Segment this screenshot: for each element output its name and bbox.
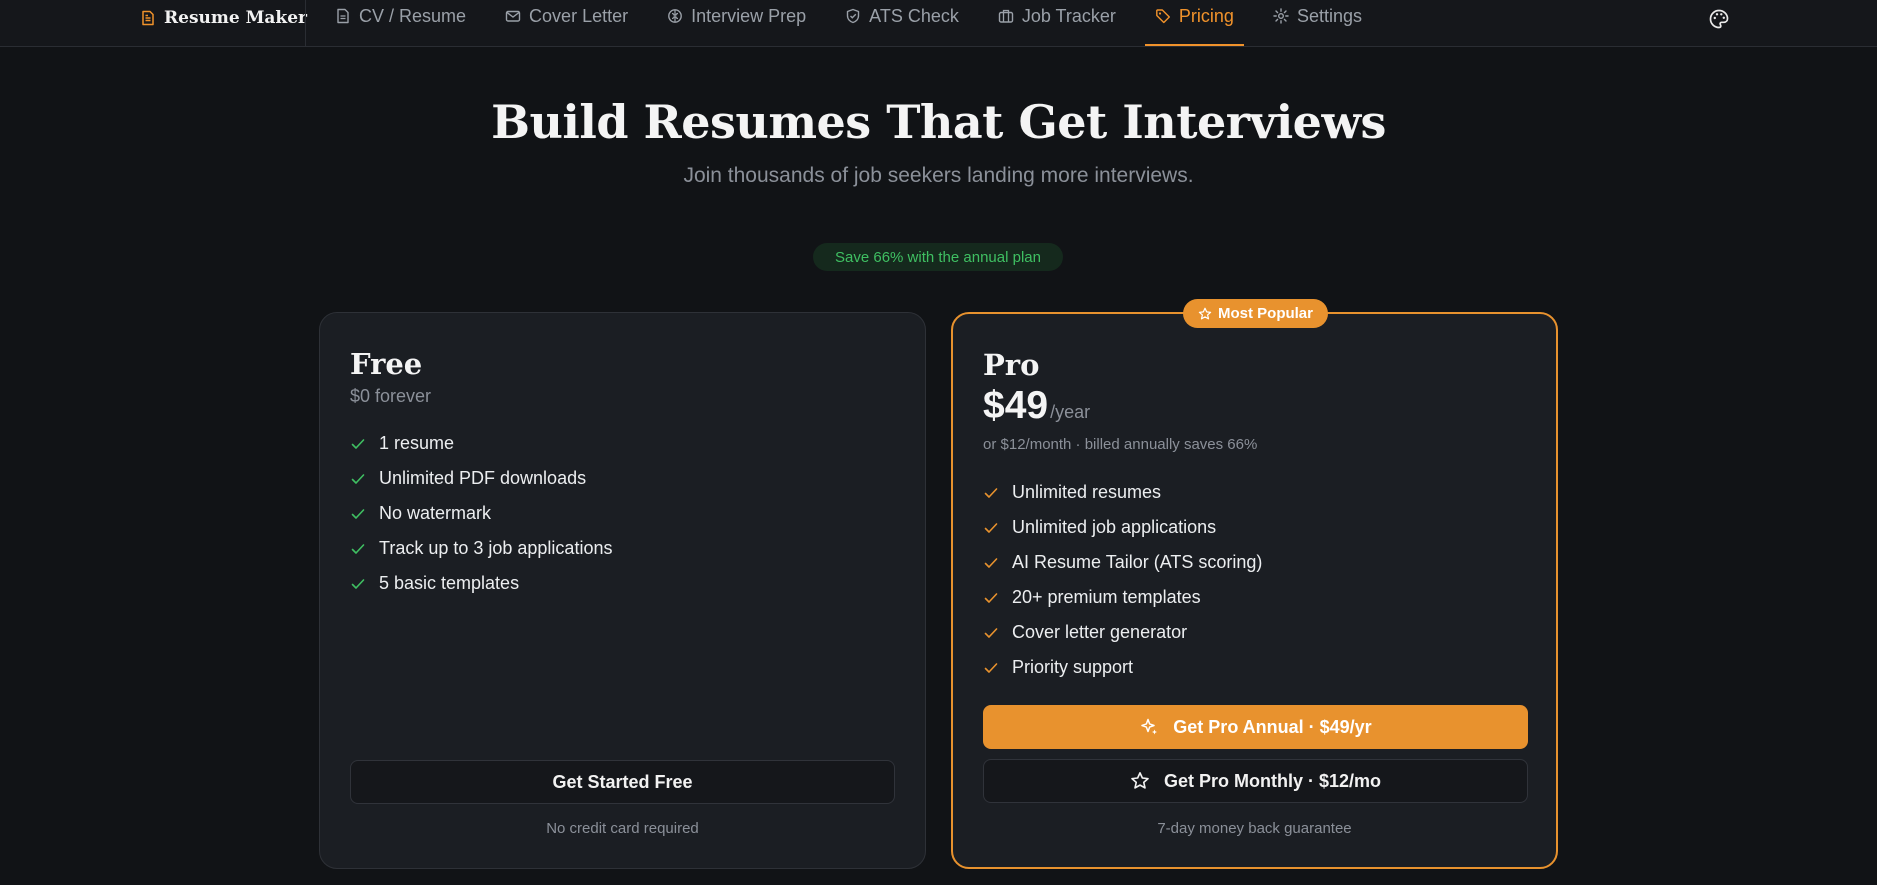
- feature-item: Priority support: [983, 650, 1262, 685]
- star-icon: [1198, 307, 1212, 319]
- mail-icon: [505, 10, 521, 22]
- nav-item-label: Cover Letter: [529, 5, 629, 26]
- check-icon: [351, 438, 365, 449]
- nav-item-ats-check[interactable]: ATS Check: [835, 0, 969, 46]
- feature-list: Unlimited resumes Unlimited job applicat…: [983, 475, 1262, 685]
- check-icon: [351, 578, 365, 589]
- check-icon: [984, 627, 998, 638]
- nav-item-label: Pricing: [1178, 5, 1234, 26]
- star-icon: [1131, 772, 1149, 789]
- badge-label: Most Popular: [1217, 305, 1313, 322]
- nav-item-cv-resume[interactable]: CV / Resume: [325, 0, 476, 46]
- page-title: Build Resumes That Get Interviews: [491, 95, 1386, 149]
- button-label: Get Pro Annual · $49/yr: [1173, 716, 1372, 737]
- money-back-note: 7-day money back guarantee: [1157, 820, 1352, 837]
- document-icon: [337, 8, 349, 24]
- feature-label: Cover letter generator: [1012, 622, 1188, 642]
- check-icon: [984, 592, 998, 603]
- nav-item-pricing[interactable]: Pricing: [1144, 0, 1244, 46]
- feature-label: Unlimited job applications: [1012, 517, 1217, 537]
- get-started-free-button[interactable]: Get Started Free: [350, 760, 895, 804]
- feature-label: AI Resume Tailor (ATS scoring): [1012, 552, 1263, 572]
- page-subtitle: Join thousands of job seekers landing mo…: [683, 164, 1194, 187]
- feature-label: Unlimited PDF downloads: [379, 468, 587, 488]
- feature-item: 5 basic templates: [350, 566, 612, 601]
- nav-item-label: Interview Prep: [691, 5, 807, 26]
- feature-item: No watermark: [350, 496, 612, 531]
- feature-label: 5 basic templates: [379, 573, 520, 593]
- brand-divider: [305, 0, 306, 46]
- brain-icon: [668, 9, 682, 23]
- free-plan-card: Free $0 forever 1 resume Unlimited PDF d…: [319, 312, 926, 869]
- plan-price: $49 /year: [983, 384, 1090, 428]
- feature-label: Track up to 3 job applications: [379, 538, 613, 558]
- check-icon: [984, 522, 998, 533]
- feature-item: Unlimited PDF downloads: [350, 461, 612, 496]
- brand-logo-link[interactable]: Resume Maker: [140, 0, 307, 36]
- feature-item: Cover letter generator: [983, 615, 1262, 650]
- feature-label: No watermark: [379, 503, 492, 523]
- palette-icon[interactable]: [1708, 8, 1730, 30]
- check-icon: [984, 662, 998, 673]
- nav-item-settings[interactable]: Settings: [1263, 0, 1372, 46]
- pro-plan-card: Most Popular Pro $49 /year or $12/month …: [951, 299, 1558, 869]
- feature-item: AI Resume Tailor (ATS scoring): [983, 545, 1262, 580]
- nav-item-interview-prep[interactable]: Interview Prep: [657, 0, 816, 46]
- check-icon: [351, 508, 365, 519]
- check-icon: [351, 473, 365, 484]
- button-label: Get Pro Monthly · $12/mo: [1163, 770, 1382, 791]
- plan-name: Pro: [983, 348, 1040, 382]
- get-pro-monthly-button[interactable]: Get Pro Monthly · $12/mo: [983, 759, 1528, 803]
- annual-savings-badge: Save 66% with the annual plan: [813, 243, 1063, 271]
- sparkles-icon: [1141, 718, 1158, 735]
- main-nav: CV / Resume Cover Letter Interview Prep …: [325, 0, 1391, 46]
- check-icon: [351, 543, 365, 554]
- brand-name: Resume Maker: [164, 8, 307, 28]
- nav-item-label: Settings: [1296, 5, 1362, 26]
- nav-item-job-tracker[interactable]: Job Tracker: [988, 0, 1126, 46]
- nav-item-label: Job Tracker: [1021, 5, 1116, 26]
- feature-label: 20+ premium templates: [1012, 587, 1201, 607]
- feature-label: Unlimited resumes: [1012, 482, 1162, 502]
- get-pro-annual-button[interactable]: Get Pro Annual · $49/yr: [983, 705, 1528, 749]
- most-popular-badge: Most Popular: [1183, 299, 1328, 328]
- price-period: /year: [1050, 402, 1091, 422]
- briefcase-icon: [998, 9, 1014, 23]
- shield-check-icon: [846, 8, 860, 24]
- nav-item-label: ATS Check: [869, 5, 959, 26]
- top-navigation-bar: Resume Maker CV / Resume Cover Letter In…: [0, 0, 1877, 47]
- plan-name: Free: [350, 347, 423, 381]
- check-icon: [984, 487, 998, 498]
- gear-icon: [1273, 8, 1289, 24]
- feature-label: 1 resume: [379, 433, 455, 453]
- button-label: Get Started Free: [552, 771, 693, 792]
- no-credit-card-note: No credit card required: [546, 820, 699, 837]
- check-icon: [984, 557, 998, 568]
- feature-item: 1 resume: [350, 426, 612, 461]
- feature-item: Unlimited job applications: [983, 510, 1262, 545]
- feature-label: Priority support: [1012, 657, 1134, 677]
- feature-item: Track up to 3 job applications: [350, 531, 612, 566]
- document-icon: [142, 10, 154, 26]
- feature-item: Unlimited resumes: [983, 475, 1262, 510]
- nav-item-cover-letter[interactable]: Cover Letter: [495, 0, 638, 46]
- billing-note: or $12/month · billed annually saves 66%: [983, 436, 1258, 453]
- feature-item: 20+ premium templates: [983, 580, 1262, 615]
- price-amount: $49: [983, 384, 1049, 427]
- feature-list: 1 resume Unlimited PDF downloads No wate…: [350, 426, 612, 601]
- plan-price: $0 forever: [350, 386, 432, 406]
- tag-icon: [1156, 9, 1170, 24]
- nav-item-label: CV / Resume: [359, 5, 467, 26]
